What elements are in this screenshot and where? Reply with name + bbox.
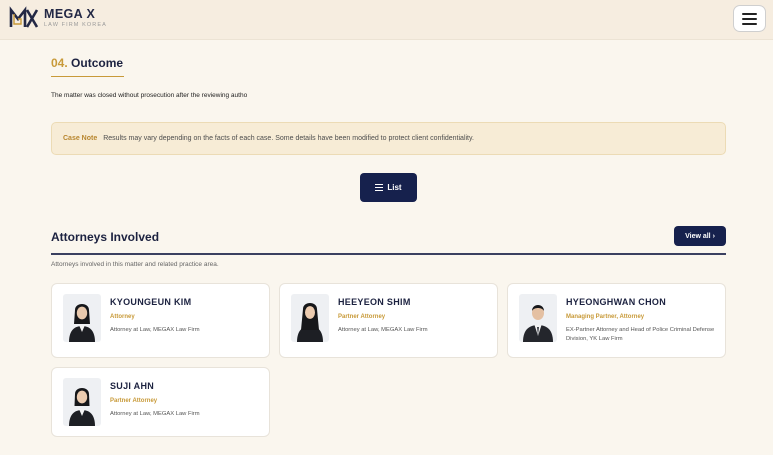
attorney-card[interactable]: KYOUNGEUN KIM Attorney Attorney at Law, … — [51, 283, 270, 358]
attorney-card[interactable]: HYEONGHWAN CHON Managing Partner, Attorn… — [507, 283, 726, 358]
attorney-name: HEEYEON SHIM — [338, 297, 411, 307]
attorney-role: Partner Attorney — [110, 398, 158, 404]
case-note-text: Results may vary depending on the facts … — [103, 135, 474, 142]
attorney-role: Partner Attorney — [338, 314, 386, 320]
attorneys-subtitle: Attorneys involved in this matter and re… — [51, 261, 219, 268]
outcome-heading: 04. Outcome — [51, 56, 123, 70]
attorneys-divider — [51, 253, 726, 255]
attorney-photo — [63, 294, 101, 342]
attorney-name: HYEONGHWAN CHON — [566, 297, 667, 307]
menu-line — [742, 22, 757, 25]
attorney-photo — [291, 294, 329, 342]
list-button[interactable]: List — [360, 173, 417, 202]
attorney-photo — [63, 378, 101, 426]
list-icon — [375, 184, 384, 191]
megax-logo-icon — [9, 6, 39, 28]
brand-logo[interactable]: MEGA X LAW FIRM KOREA — [9, 6, 107, 30]
list-button-label: List — [387, 183, 402, 192]
attorney-card[interactable]: SUJI AHN Partner Attorney Attorney at La… — [51, 367, 270, 437]
hamburger-menu-button[interactable] — [733, 5, 766, 32]
menu-line — [742, 12, 757, 15]
brand-subtitle: LAW FIRM KOREA — [44, 21, 107, 28]
attorneys-heading: Attorneys Involved — [51, 230, 160, 244]
attorney-description: Attorney at Law, MEGAX Law Firm — [110, 411, 200, 417]
attorney-role: Attorney — [110, 314, 135, 320]
brand-title: MEGA X — [44, 6, 96, 21]
case-note-box: Case Note Results may vary depending on … — [51, 122, 726, 155]
attorney-description: Attorney at Law, MEGAX Law Firm — [338, 327, 428, 333]
attorney-card[interactable]: HEEYEON SHIM Partner Attorney Attorney a… — [279, 283, 498, 358]
section-title: Outcome — [71, 56, 124, 70]
outcome-text: The matter was closed without prosecutio… — [51, 92, 248, 99]
attorney-description: Attorney at Law, MEGAX Law Firm — [110, 327, 200, 333]
case-note-label: Case Note — [63, 135, 98, 142]
site-header: MEGA X LAW FIRM KOREA — [0, 0, 773, 40]
menu-line — [742, 17, 757, 20]
attorney-photo — [519, 294, 557, 342]
heading-underline — [51, 76, 124, 77]
section-number: 04. — [51, 56, 68, 70]
attorney-role: Managing Partner, Attorney — [566, 314, 645, 320]
attorney-description: EX-Partner Attorney and Head of Police C… — [566, 327, 715, 342]
attorney-name: SUJI AHN — [110, 381, 155, 391]
view-all-button[interactable]: View all › — [674, 226, 726, 246]
attorney-name: KYOUNGEUN KIM — [110, 297, 192, 307]
